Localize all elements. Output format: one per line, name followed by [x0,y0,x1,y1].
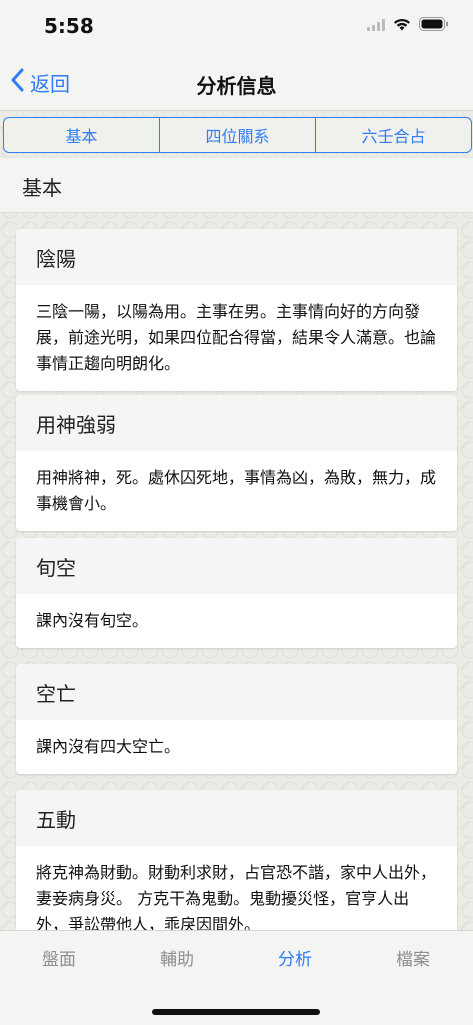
card-title: 空亡 [16,664,457,720]
tab-dangan[interactable]: 檔案 [354,945,472,970]
tab-panmian[interactable]: 盤面 [0,945,118,970]
navigation-bar: 返回 分析信息 [0,56,473,111]
card-wudong: 五動 將克神為財動。財動利求財，占官恐不諧，家中人出外，妻妾病身災。 方克干為鬼… [16,790,457,930]
status-icons [367,16,449,35]
tab-fuzhu[interactable]: 輔助 [118,945,236,970]
card-title: 旬空 [16,538,457,594]
page-title: 分析信息 [196,74,277,98]
card-title: 陰陽 [16,229,457,285]
card-body: 用神將神，死。處休囚死地，事情為凶，為敗，無力，成事機會小。 [36,468,437,513]
card-xunkong: 旬空 課內沒有旬空。 [16,538,457,648]
segment-liuren[interactable]: 六壬合占 [316,118,471,152]
tab-fenxi[interactable]: 分析 [236,945,354,970]
card-body: 將克神為財動。財動利求財，占官恐不諧，家中人出外，妻妾病身災。 方克干為鬼動。鬼… [36,863,437,930]
card-title: 五動 [16,790,457,846]
card-title: 用神強弱 [16,395,457,451]
battery-icon [419,16,449,35]
card-body: 課內沒有旬空。 [36,611,149,630]
segment-four-positions[interactable]: 四位關系 [160,118,316,152]
card-yongshen: 用神強弱 用神將神，死。處休囚死地，事情為凶，為敗，無力，成事機會小。 [16,395,457,531]
segmented-control: 基本 四位關系 六壬合占 [3,117,472,153]
section-header: 基本 [0,158,473,213]
section-title: 基本 [22,176,62,200]
segment-basic[interactable]: 基本 [4,118,160,152]
card-kongwang: 空亡 課內沒有四大空亡。 [16,664,457,774]
signal-icon [367,16,385,35]
card-body: 課內沒有四大空亡。 [36,737,181,756]
wifi-icon [393,16,411,35]
status-time: 5:58 [44,14,94,38]
status-bar: 5:58 [0,0,473,56]
content-scroll[interactable]: 陰陽 三陰一陽，以陽為用。主事在男。主事情向好的方向發展，前途光明，如果四位配合… [0,212,473,930]
home-indicator [152,1009,320,1015]
card-yinyang: 陰陽 三陰一陽，以陽為用。主事在男。主事情向好的方向發展，前途光明，如果四位配合… [16,229,457,391]
card-body: 三陰一陽，以陽為用。主事在男。主事情向好的方向發展，前途光明，如果四位配合得當，… [36,302,437,373]
